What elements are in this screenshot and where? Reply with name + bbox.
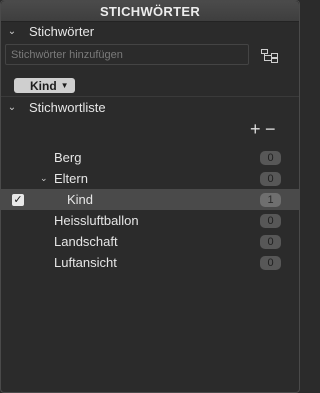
keywords-section-label: Stichwörter: [29, 23, 95, 39]
keyword-label: Eltern: [54, 171, 88, 186]
chevron-down-icon: ⌄: [7, 25, 17, 37]
keyword-label: Landschaft: [54, 234, 118, 249]
chevron-down-icon: ⌄: [7, 101, 17, 113]
section-divider: [1, 96, 299, 97]
keywords-section-header[interactable]: ⌄ Stichwörter: [1, 22, 299, 40]
keyword-count-badge: 0: [260, 234, 281, 249]
keyword-label: Luftansicht: [54, 255, 117, 270]
keyword-row-berg[interactable]: Berg 0: [1, 147, 299, 168]
keyword-count-badge: 1: [260, 192, 281, 207]
caret-down-icon: ▼: [60, 81, 69, 90]
keyword-tag-kind[interactable]: Kind ▼: [14, 78, 75, 93]
panel-title: STICHWÖRTER: [1, 1, 299, 22]
keyword-input[interactable]: [5, 44, 249, 65]
keyword-row-luftansicht[interactable]: Luftansicht 0: [1, 252, 299, 273]
keyword-row-landschaft[interactable]: Landschaft 0: [1, 231, 299, 252]
keyword-row-eltern[interactable]: ⌄ Eltern 0: [1, 168, 299, 189]
keyword-row-kind[interactable]: ✓ Kind 1: [1, 189, 299, 210]
keyword-list-section-label: Stichwortliste: [29, 99, 106, 115]
keyword-row-heissluftballon[interactable]: Heissluftballon 0: [1, 210, 299, 231]
hierarchy-icon[interactable]: [261, 49, 279, 63]
keyword-label: Kind: [67, 192, 94, 207]
keyword-count-badge: 0: [260, 150, 281, 165]
add-keyword-button[interactable]: +: [250, 120, 261, 138]
remove-keyword-button[interactable]: −: [265, 120, 276, 138]
keyword-count-badge: 0: [260, 255, 281, 270]
keyword-tag-label: Kind: [30, 78, 57, 93]
keyword-label: Heissluftballon: [54, 213, 139, 228]
keyword-list-section-header[interactable]: ⌄ Stichwortliste: [1, 98, 299, 116]
keyword-label: Berg: [54, 150, 82, 165]
keyword-count-badge: 0: [260, 171, 281, 186]
disclosure-down-icon[interactable]: ⌄: [40, 173, 48, 184]
check-icon[interactable]: ✓: [12, 193, 24, 206]
keyword-count-badge: 0: [260, 213, 281, 228]
